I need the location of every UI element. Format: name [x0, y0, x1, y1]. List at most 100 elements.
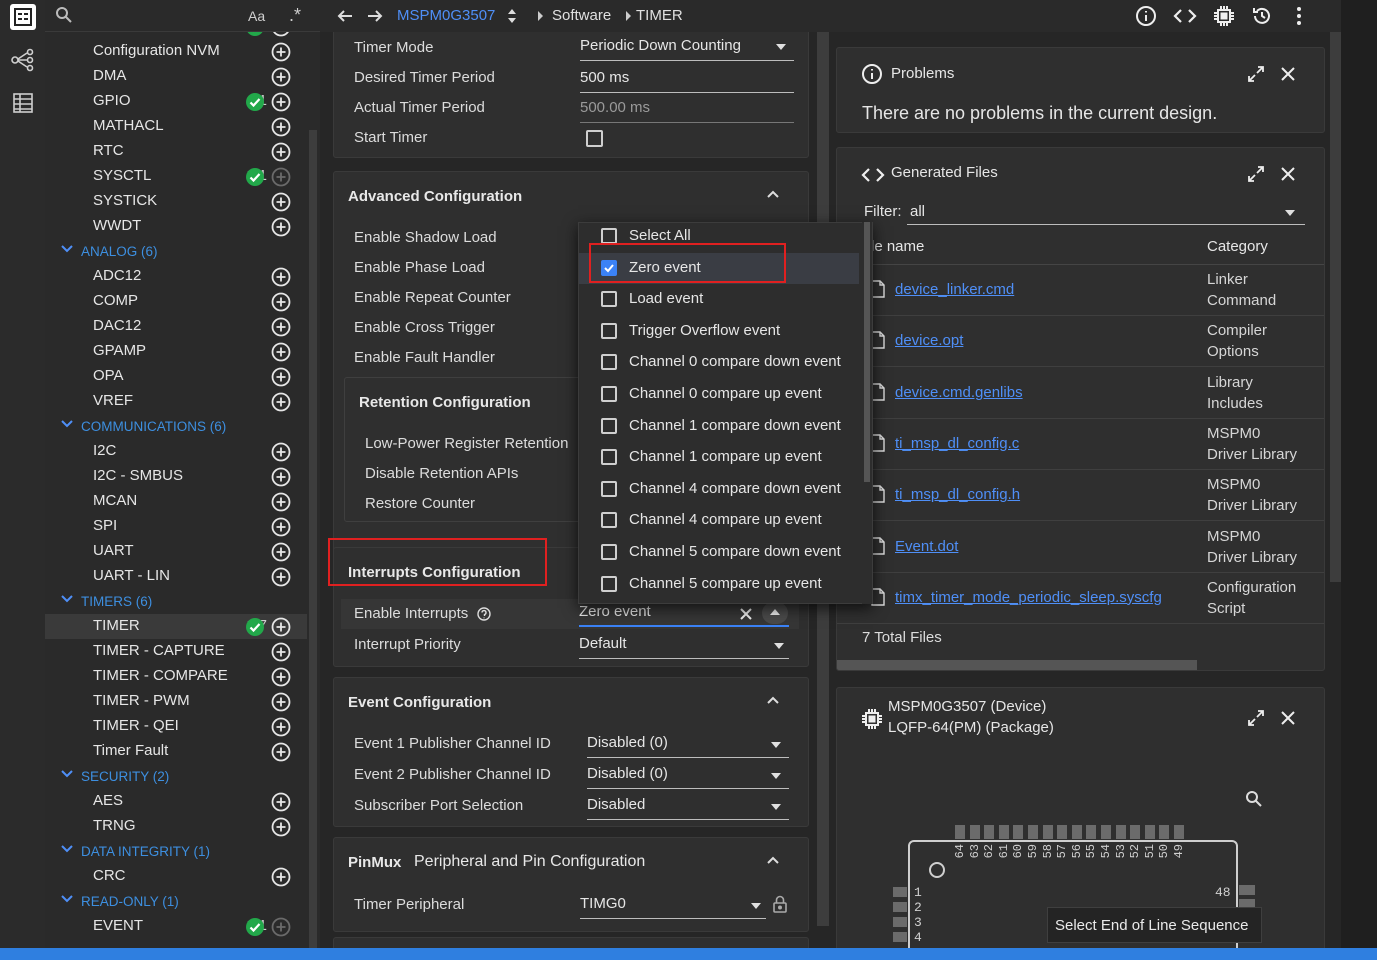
event1-publisher-select[interactable]: Disabled (0) — [587, 734, 789, 758]
pin-stub[interactable] — [1174, 825, 1184, 839]
collapse-chevron-icon[interactable] — [766, 695, 780, 705]
chevron-down-icon[interactable] — [61, 895, 73, 903]
dropdown-option[interactable]: Channel 0 compare up event — [579, 379, 859, 410]
add-circle-icon[interactable] — [271, 67, 291, 87]
option-checkbox[interactable] — [601, 259, 617, 276]
chip-icon[interactable] — [1213, 5, 1235, 27]
sidebar-item[interactable]: DAC12 — [45, 314, 307, 339]
generated-file-row[interactable]: device.cmd.genlibs Library Includes — [837, 368, 1324, 419]
pin-stub[interactable] — [1013, 825, 1024, 839]
add-circle-icon[interactable] — [271, 742, 291, 762]
subscriber-port-select[interactable]: Disabled — [587, 796, 789, 820]
option-checkbox[interactable] — [601, 544, 617, 560]
desired-period-input[interactable]: 500 ms — [580, 69, 794, 93]
file-link[interactable]: timx_timer_mode_periodic_sleep.syscfg — [895, 589, 1162, 606]
event2-publisher-select[interactable]: Disabled (0) — [587, 765, 789, 789]
table-icon[interactable] — [9, 89, 37, 117]
enable-interrupts-multiselect[interactable]: Zero event — [579, 603, 789, 627]
pin-stub[interactable] — [893, 887, 907, 897]
close-icon[interactable] — [1280, 166, 1296, 182]
add-circle-icon[interactable] — [271, 917, 291, 937]
pin-stub[interactable] — [1071, 825, 1082, 839]
sidebar-item[interactable]: AES — [45, 789, 307, 814]
timer-peripheral-select[interactable]: TIMG0 — [580, 895, 766, 919]
sidebar-item[interactable]: TIMER - PWM — [45, 689, 307, 714]
add-circle-icon[interactable] — [271, 267, 291, 287]
column-header-category[interactable]: Category — [1207, 238, 1268, 255]
expand-icon[interactable] — [1247, 709, 1265, 727]
expand-icon[interactable] — [1247, 65, 1265, 83]
add-circle-icon[interactable] — [271, 617, 291, 637]
option-checkbox[interactable] — [601, 575, 617, 592]
help-icon[interactable] — [477, 607, 491, 621]
forward-arrow-icon[interactable] — [366, 7, 384, 25]
dropdown-option[interactable]: Load event — [579, 284, 859, 315]
pin-stub[interactable] — [1057, 825, 1068, 839]
add-circle-icon[interactable] — [271, 42, 291, 62]
column-header-name[interactable]: le name — [871, 238, 924, 255]
chevron-down-icon[interactable] — [61, 420, 73, 428]
dropdown-option[interactable]: Channel 5 compare up event — [579, 569, 859, 600]
dropdown-option[interactable]: Select All — [579, 223, 859, 252]
chevron-down-icon[interactable] — [61, 595, 73, 603]
pin-stub[interactable] — [984, 825, 995, 839]
more-options-icon[interactable] — [1295, 5, 1303, 27]
sidebar-category[interactable]: SECURITY (2) — [45, 764, 307, 789]
clear-selection-icon[interactable] — [739, 607, 753, 621]
pin-stub[interactable] — [1144, 825, 1155, 839]
pin-stub[interactable] — [969, 825, 980, 839]
regex-toggle-icon[interactable]: .* — [289, 5, 301, 26]
pin-stub[interactable] — [1159, 825, 1170, 839]
network-diagram-icon[interactable] — [9, 46, 37, 74]
add-circle-icon[interactable] — [271, 567, 291, 587]
add-circle-icon[interactable] — [271, 292, 291, 312]
add-circle-icon[interactable] — [271, 517, 291, 537]
interrupt-priority-select[interactable]: Default — [579, 635, 789, 659]
breadcrumb-software[interactable]: Software — [552, 7, 611, 24]
pin-stub[interactable] — [1239, 885, 1255, 895]
add-circle-icon[interactable] — [271, 442, 291, 462]
sidebar-item[interactable]: OPA — [45, 364, 307, 389]
dropdown-scrollbar-thumb[interactable] — [864, 222, 870, 482]
sidebar-category[interactable]: COMMUNICATIONS (6) — [45, 414, 307, 439]
sidebar-item[interactable]: COMP — [45, 289, 307, 314]
add-circle-icon[interactable] — [271, 692, 291, 712]
lock-icon[interactable] — [772, 894, 788, 914]
pin-stub[interactable] — [1101, 825, 1111, 839]
sidebar-item[interactable]: I2C — [45, 439, 307, 464]
generated-file-row[interactable]: ti_msp_dl_config.c MSPM0 Driver Library — [837, 419, 1324, 470]
add-circle-icon[interactable] — [271, 217, 291, 237]
generated-file-row[interactable]: device.opt Compiler Options — [837, 316, 1324, 368]
chevron-down-icon[interactable] — [61, 245, 73, 253]
sidebar-item[interactable]: SYSTICK — [45, 189, 307, 214]
add-circle-icon[interactable] — [271, 342, 291, 362]
sidebar-item[interactable]: UART - LIN — [45, 564, 307, 589]
file-link[interactable]: Event.dot — [895, 538, 958, 555]
software-view-icon[interactable] — [10, 4, 36, 30]
option-checkbox[interactable] — [601, 449, 617, 466]
chevron-down-icon[interactable] — [61, 770, 73, 778]
option-checkbox[interactable] — [601, 354, 617, 371]
add-circle-icon[interactable] — [271, 367, 291, 387]
file-link[interactable]: ti_msp_dl_config.c — [895, 435, 1019, 452]
pin-stub[interactable] — [893, 917, 907, 927]
sidebar-category[interactable]: TIMERS (6) — [45, 589, 307, 614]
file-link[interactable]: device.cmd.genlibs — [895, 384, 1023, 401]
sidebar-item[interactable]: SYSCTL1/1 — [45, 164, 307, 189]
option-checkbox[interactable] — [601, 228, 617, 244]
start-timer-checkbox[interactable] — [586, 130, 603, 147]
device-selector[interactable]: MSPM0G3507 — [397, 7, 495, 24]
sidebar-item[interactable]: TIMER - QEI — [45, 714, 307, 739]
generated-file-row[interactable]: ti_msp_dl_config.h MSPM0 Driver Library — [837, 470, 1324, 522]
option-checkbox[interactable] — [601, 512, 617, 529]
add-circle-icon[interactable] — [271, 92, 291, 112]
file-link[interactable]: device.opt — [895, 332, 963, 349]
sidebar-category[interactable]: READ-ONLY (1) — [45, 889, 307, 914]
file-link[interactable]: ti_msp_dl_config.h — [895, 486, 1020, 503]
pin-stub[interactable] — [893, 902, 907, 912]
pin-stub[interactable] — [893, 932, 907, 942]
sidebar-item[interactable]: MCAN — [45, 489, 307, 514]
add-circle-icon[interactable] — [271, 467, 291, 487]
sidebar-item[interactable]: WWDT — [45, 214, 307, 239]
info-icon[interactable] — [1135, 5, 1157, 27]
